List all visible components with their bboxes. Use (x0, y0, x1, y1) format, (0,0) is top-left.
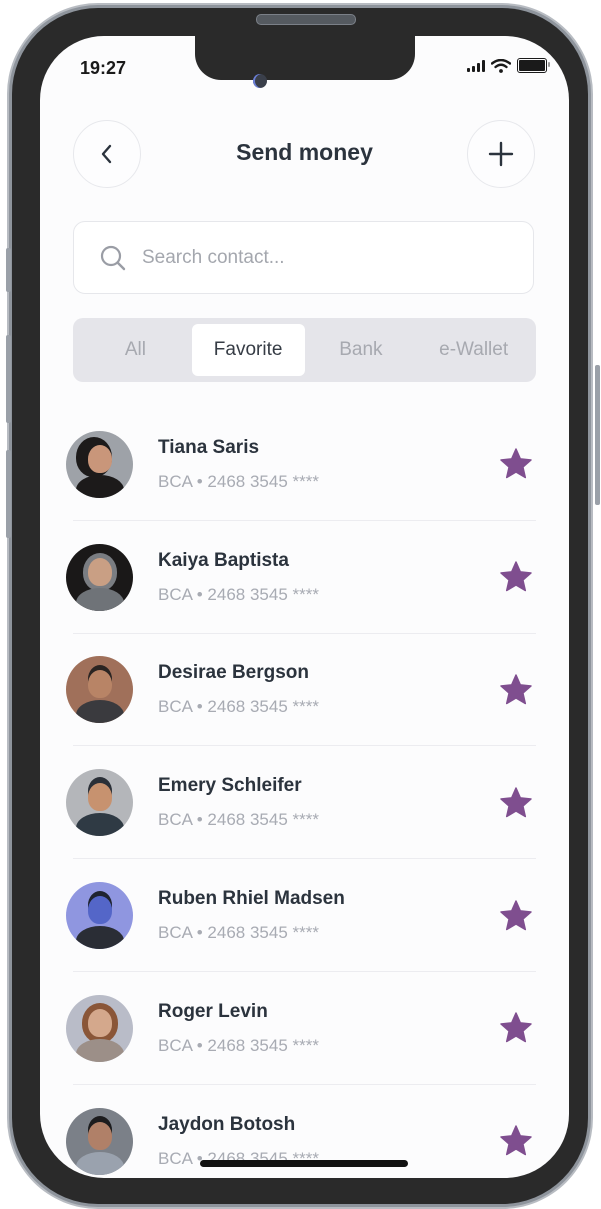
favorite-star-icon[interactable] (498, 559, 534, 595)
home-indicator[interactable] (200, 1160, 408, 1167)
favorite-star-icon[interactable] (498, 785, 534, 821)
search-input[interactable] (140, 245, 524, 270)
contact-account: BCA • 2468 3545 **** (158, 923, 319, 943)
avatar (66, 994, 133, 1062)
status-icons (467, 58, 550, 73)
notch (195, 36, 415, 80)
avatar (66, 543, 133, 611)
volume-down-button (6, 450, 11, 538)
speaker-grille (256, 14, 356, 25)
contact-name: Desirae Bergson (158, 662, 310, 684)
screen: 19:27 Send money All Favorite Bank e (40, 36, 569, 1178)
contact-item[interactable]: Kaiya Baptista BCA • 2468 3545 **** (66, 521, 536, 634)
avatar (66, 882, 133, 950)
tab-e-wallet[interactable]: e-Wallet (417, 324, 530, 376)
tab-all[interactable]: All (79, 324, 192, 376)
tab-favorite[interactable]: Favorite (191, 324, 305, 376)
front-camera (253, 74, 267, 88)
contact-item[interactable]: Ruben Rhiel Madsen BCA • 2468 3545 **** (66, 859, 536, 972)
avatar (66, 656, 133, 724)
cellular-signal-icon (467, 59, 485, 72)
wifi-icon (491, 58, 511, 73)
avatar (66, 430, 133, 498)
contact-item[interactable]: Emery Schleifer BCA • 2468 3545 **** (66, 746, 536, 860)
contact-account: BCA • 2468 3545 **** (158, 584, 319, 604)
favorite-star-icon[interactable] (498, 1123, 534, 1159)
avatar (66, 1107, 133, 1175)
contact-item[interactable]: Tiana Saris BCA • 2468 3545 **** (66, 408, 536, 521)
favorite-star-icon[interactable] (498, 446, 534, 482)
contact-list: Tiana Saris BCA • 2468 3545 **** Kaiya B… (66, 408, 536, 1178)
contact-name: Roger Levin (158, 1000, 268, 1022)
volume-up-button (6, 335, 11, 423)
contact-account: BCA • 2468 3545 **** (158, 810, 319, 830)
status-time: 19:27 (80, 58, 127, 78)
contact-name: Jaydon Botosh (158, 1113, 296, 1135)
favorite-star-icon[interactable] (498, 672, 534, 708)
contact-item[interactable]: Desirae Bergson BCA • 2468 3545 **** (66, 634, 536, 747)
tab-bank[interactable]: Bank (305, 324, 418, 376)
power-button (595, 365, 600, 505)
search-field[interactable] (73, 221, 534, 294)
contact-name: Emery Schleifer (158, 775, 302, 797)
contact-name: Tiana Saris (158, 436, 260, 458)
avatar (66, 769, 133, 837)
contact-item[interactable]: Roger Levin BCA • 2468 3545 **** (66, 972, 536, 1085)
add-contact-button[interactable] (467, 120, 535, 188)
filter-tabs: All Favorite Bank e-Wallet (73, 318, 536, 382)
battery-icon (517, 58, 550, 73)
contact-account: BCA • 2468 3545 **** (158, 697, 319, 717)
contact-name: Kaiya Baptista (158, 549, 289, 571)
plus-icon (488, 141, 514, 167)
favorite-star-icon[interactable] (498, 898, 534, 934)
contact-account: BCA • 2468 3545 **** (158, 471, 319, 491)
favorite-star-icon[interactable] (498, 1010, 534, 1046)
contact-name: Ruben Rhiel Madsen (158, 888, 345, 910)
contact-account: BCA • 2468 3545 **** (158, 1035, 319, 1055)
search-icon (100, 245, 126, 270)
silent-switch (6, 248, 11, 292)
